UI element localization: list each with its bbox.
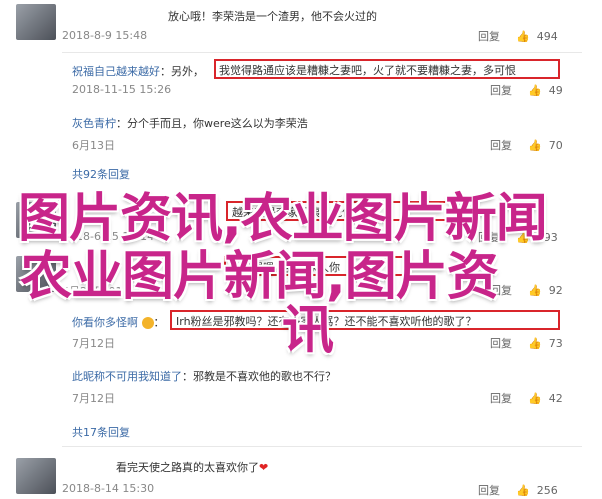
reply-4: 此昵称不可用我知道了：邪教是不喜欢他的歌也不行？ 7月12日 回复 👍 42 <box>0 364 602 406</box>
reply-actions: 回复 👍 70 <box>490 137 563 153</box>
comment-actions: 回复 👍 256 <box>478 482 558 498</box>
comment-date: 2018-8-9 15:48 <box>62 29 148 42</box>
thumbs-up-icon: 👍 <box>528 138 542 152</box>
like-button[interactable]: 👍 494 <box>516 30 558 43</box>
reply-button[interactable]: 回复 <box>478 482 500 498</box>
like-button[interactable]: 👍 42 <box>528 392 563 405</box>
comment-text: 看完天使之路真的太喜欢你了❤ <box>116 461 269 474</box>
avatar[interactable] <box>16 458 56 494</box>
reply-date: 7月12日 <box>72 337 115 350</box>
comment-actions: 回复 👍 494 <box>478 28 558 44</box>
reply-date: 6月13日 <box>72 139 115 152</box>
reply-date: 7月12日 <box>72 392 115 405</box>
like-button[interactable]: 👍 49 <box>528 84 563 97</box>
like-count: 42 <box>548 391 563 405</box>
reply-button[interactable]: 回复 <box>478 28 500 44</box>
reply-2: 灰色青柠：分个手而且，你were这么以为李荣浩 6月13日 回复 👍 70 <box>0 110 602 153</box>
comment-1: 放心哦！李荣浩是一个渣男，他不会火过的 2018-8-9 15:48 回复 👍 4… <box>0 0 602 50</box>
thumbs-up-icon: 👍 <box>528 391 542 405</box>
reply-button[interactable]: 回复 <box>490 137 512 153</box>
avatar[interactable] <box>16 4 56 40</box>
divider <box>62 52 582 53</box>
like-button[interactable]: 👍 256 <box>516 484 558 497</box>
more-replies-link[interactable]: 共17条回复 <box>72 424 130 440</box>
like-button[interactable]: 👍 70 <box>528 139 563 152</box>
reply-button[interactable]: 回复 <box>490 82 512 98</box>
like-count: 49 <box>548 83 563 97</box>
reply-button[interactable]: 回复 <box>490 390 512 406</box>
reply-user[interactable]: 你看你多怪啊 ： <box>72 314 165 330</box>
divider <box>62 446 582 447</box>
thumbs-up-icon: 👍 <box>528 83 542 97</box>
like-count: 256 <box>536 483 558 497</box>
highlighted-text: 我觉得路通应该是糟糠之妻吧，火了就不要糟糠之妻，多可恨 <box>219 64 516 77</box>
reply-actions: 回复 👍 42 <box>490 390 563 406</box>
overlay-title-line-3: 讯 <box>282 301 335 361</box>
emoji-icon <box>141 317 154 329</box>
reply-user[interactable]: 此昵称不可用我知道了：邪教是不喜欢他的歌也不行？ <box>72 368 336 384</box>
reply-user[interactable]: 祝福自己越来越好：另外， <box>72 63 204 79</box>
like-count: 70 <box>548 138 563 152</box>
comment-date: 2018-8-14 15:30 <box>62 482 155 495</box>
comment-4: 看完天使之路真的太喜欢你了❤ 2018-8-14 15:30 回复 👍 256 <box>0 452 602 499</box>
thumbs-up-icon: 👍 <box>516 483 530 497</box>
reply-actions: 回复 👍 49 <box>490 82 563 98</box>
reply-date: 2018-11-15 15:26 <box>72 83 172 96</box>
reply-1: 祝福自己越来越好：另外， 我觉得路通应该是糟糠之妻吧，火了就不要糟糠之妻，多可恨… <box>0 58 602 98</box>
like-count: 494 <box>536 29 558 43</box>
thumbs-up-icon: 👍 <box>516 29 530 43</box>
comment-text: 放心哦！李荣浩是一个渣男，他不会火过的 <box>168 10 377 23</box>
reply-user[interactable]: 灰色青柠：分个手而且，你were这么以为李荣浩 <box>72 115 308 131</box>
